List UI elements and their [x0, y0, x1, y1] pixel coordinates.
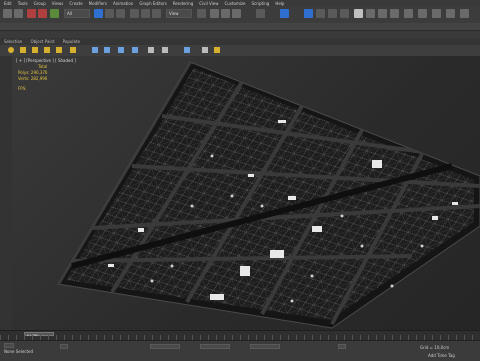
- status-bar: None Selected Grid = 10,0cm Add Time Tag: [0, 340, 480, 361]
- layer-icon[interactable]: [202, 47, 208, 53]
- pivot-icon[interactable]: [197, 9, 206, 18]
- reference-coordinate-dropdown[interactable]: View: [166, 9, 192, 18]
- helper-icon[interactable]: [32, 47, 38, 53]
- menu-tools[interactable]: Tools: [18, 1, 28, 6]
- light-icon[interactable]: [8, 47, 14, 53]
- x-coordinate-field[interactable]: [150, 344, 180, 349]
- tab-selection[interactable]: Selection: [4, 39, 22, 44]
- scale-icon[interactable]: [152, 9, 161, 18]
- y-coordinate-field[interactable]: [200, 344, 230, 349]
- lock-selection-icon[interactable]: [60, 344, 68, 349]
- menu-modifiers[interactable]: Modifiers: [89, 1, 107, 6]
- environment-icon[interactable]: [446, 9, 455, 18]
- menu-group[interactable]: Group: [34, 1, 46, 6]
- menu-graph-editors[interactable]: Graph Editors: [139, 1, 166, 6]
- render-iterative-icon[interactable]: [418, 9, 427, 18]
- rotate-icon[interactable]: [141, 9, 150, 18]
- xref-icon[interactable]: [118, 47, 124, 53]
- redo-icon[interactable]: [14, 9, 23, 18]
- hide-icon[interactable]: [162, 47, 168, 53]
- layer-explorer-icon[interactable]: [304, 9, 313, 18]
- a360-render-icon[interactable]: [432, 9, 441, 18]
- selection-filter-dropdown[interactable]: All: [64, 9, 90, 18]
- rectangle-selection-icon[interactable]: [116, 9, 125, 18]
- viewport-icon-strip: [0, 45, 480, 56]
- camera-icon[interactable]: [20, 47, 26, 53]
- mirror-icon[interactable]: [280, 9, 289, 18]
- main-toolbar: All View: [0, 6, 480, 24]
- link-icon[interactable]: [27, 9, 36, 18]
- spacewarp-icon[interactable]: [70, 47, 76, 53]
- curve-editor-icon[interactable]: [328, 9, 337, 18]
- menu-animation[interactable]: Animation: [113, 1, 133, 6]
- bind-spacewarp-icon[interactable]: [50, 9, 59, 18]
- material-editor-icon[interactable]: [354, 9, 363, 18]
- maxscript-listener-icon[interactable]: [4, 343, 14, 348]
- unlink-icon[interactable]: [38, 9, 47, 18]
- menu-customize[interactable]: Customize: [225, 1, 246, 6]
- tab-object-paint[interactable]: Object Paint: [30, 39, 54, 44]
- add-time-tag[interactable]: Add Time Tag: [428, 353, 455, 358]
- perspective-viewport[interactable]: [ + ] [Perspective ] [ Shaded ] Total Po…: [12, 56, 480, 330]
- grid-size: Grid = 10,0cm: [420, 345, 450, 350]
- move-icon[interactable]: [130, 9, 139, 18]
- z-coordinate-field[interactable]: [250, 344, 280, 349]
- ceiling-grid-model[interactable]: [12, 56, 480, 330]
- group-icon[interactable]: [132, 47, 138, 53]
- isolate-icon[interactable]: [184, 47, 190, 53]
- rendered-frame-icon[interactable]: [378, 9, 387, 18]
- selection-status: None Selected: [4, 349, 34, 354]
- render-production-icon[interactable]: [404, 9, 413, 18]
- isolate-toggle-icon[interactable]: [338, 344, 346, 349]
- bone-icon[interactable]: [92, 47, 98, 53]
- menu-create[interactable]: Create: [69, 1, 82, 6]
- menu-scripting[interactable]: Scripting: [252, 1, 270, 6]
- menu-rendering[interactable]: Rendering: [173, 1, 193, 6]
- shape-icon[interactable]: [44, 47, 50, 53]
- tab-populate[interactable]: Populate: [63, 39, 80, 44]
- geometry-icon[interactable]: [56, 47, 62, 53]
- menu-civil-view[interactable]: Civil View: [199, 1, 218, 6]
- render-setup-icon[interactable]: [366, 9, 375, 18]
- undo-icon[interactable]: [3, 9, 12, 18]
- scene-subtabs: Selection Object Paint Populate: [0, 38, 480, 45]
- extra-tool-icon[interactable]: [460, 9, 469, 18]
- scene-explorer-icon[interactable]: [316, 9, 325, 18]
- highlight-icon[interactable]: [214, 47, 220, 53]
- ribbon-tabs: [0, 23, 480, 30]
- menu-views[interactable]: Views: [52, 1, 64, 6]
- angle-snap-icon[interactable]: [221, 9, 230, 18]
- menu-edit[interactable]: Edit: [4, 1, 12, 6]
- menu-help[interactable]: Help: [275, 1, 284, 6]
- select-object-icon[interactable]: [94, 9, 103, 18]
- schematic-view-icon[interactable]: [340, 9, 349, 18]
- freeze-icon[interactable]: [148, 47, 154, 53]
- select-by-name-icon[interactable]: [105, 9, 114, 18]
- named-selection-icon[interactable]: [256, 9, 265, 18]
- particle-icon[interactable]: [104, 47, 110, 53]
- snap-icon[interactable]: [210, 9, 219, 18]
- percent-snap-icon[interactable]: [232, 9, 241, 18]
- render-icon[interactable]: [390, 9, 399, 18]
